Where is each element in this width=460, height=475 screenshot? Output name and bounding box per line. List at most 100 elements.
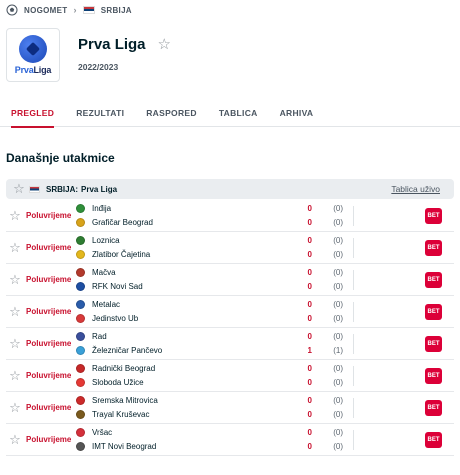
away-team: IMT Novi Beograd (76, 440, 290, 454)
favorite-star-icon[interactable]: ☆ (158, 35, 171, 53)
match-row[interactable]: ☆ Poluvrijeme Rad Železničar Pančevo 0 1… (6, 328, 454, 360)
football-logo-icon (19, 35, 47, 63)
away-team-name: RFK Novi Sad (92, 282, 143, 291)
league-info: Prva Liga ☆ 2022/2023 (78, 28, 171, 73)
home-team-crest-icon (76, 332, 85, 341)
away-team: Grafičar Beograd (76, 216, 290, 230)
away-team-crest-icon (76, 378, 85, 387)
home-team-name: Loznica (92, 236, 120, 245)
away-team-crest-icon (76, 250, 85, 259)
tab-tablica[interactable]: TABLICA (219, 99, 258, 127)
home-score: 0 (307, 363, 312, 373)
home-team-crest-icon (76, 236, 85, 245)
divider (353, 333, 354, 354)
away-halftime-score: (0) (333, 313, 343, 323)
breadcrumb-sport[interactable]: NOGOMET (24, 6, 67, 15)
divider (353, 429, 354, 450)
away-team-name: Sloboda Užice (92, 378, 144, 387)
live-standings-link[interactable]: Tablica uživo (391, 184, 440, 194)
home-halftime-score: (0) (333, 395, 343, 405)
home-team-name: Vršac (92, 428, 113, 437)
away-team: Zlatibor Čajetina (76, 248, 290, 262)
league-logo: PrvaLiga (6, 28, 60, 82)
home-team-name: Mačva (92, 268, 116, 277)
bet-button[interactable]: BET (425, 271, 442, 288)
league-star-icon[interactable]: ☆ (9, 181, 29, 197)
league-title: Prva Liga ☆ (78, 35, 171, 54)
page: NOGOMET › SRBIJA PrvaLiga Prva Liga ☆ 20… (0, 0, 460, 475)
match-star-icon[interactable]: ☆ (6, 432, 24, 448)
tab-arhiva[interactable]: ARHIVA (280, 99, 314, 127)
match-star-icon[interactable]: ☆ (6, 240, 24, 256)
match-list: ☆ Poluvrijeme Inđija Grafičar Beograd 0 … (6, 200, 454, 456)
match-teams: Radnički Beograd Sloboda Užice (76, 362, 290, 390)
breadcrumb-country[interactable]: SRBIJA (101, 6, 132, 15)
away-halftime-score: (1) (333, 345, 343, 355)
halftime-score: (0) (0) (313, 202, 343, 230)
bet-button[interactable]: BET (425, 335, 442, 352)
away-team-crest-icon (76, 346, 85, 355)
home-team: Rad (76, 330, 290, 344)
tab-raspored[interactable]: RASPORED (146, 99, 197, 127)
away-team: Jedinstvo Ub (76, 312, 290, 326)
match-row[interactable]: ☆ Poluvrijeme Metalac Jedinstvo Ub 0 0 (… (6, 296, 454, 328)
match-row[interactable]: ☆ Poluvrijeme Loznica Zlatibor Čajetina … (6, 232, 454, 264)
home-team: Loznica (76, 234, 290, 248)
match-score: 0 0 (290, 234, 312, 262)
away-team-name: Grafičar Beograd (92, 218, 153, 227)
bet-button[interactable]: BET (425, 431, 442, 448)
match-star-icon[interactable]: ☆ (6, 304, 24, 320)
away-score: 1 (307, 345, 312, 355)
match-star-icon[interactable]: ☆ (6, 368, 24, 384)
bet-button[interactable]: BET (425, 367, 442, 384)
halftime-score: (0) (0) (313, 426, 343, 454)
match-row[interactable]: ☆ Poluvrijeme Radnički Beograd Sloboda U… (6, 360, 454, 392)
away-team-name: Zlatibor Čajetina (92, 250, 151, 259)
home-team-name: Rad (92, 332, 107, 341)
away-team: Železničar Pančevo (76, 344, 290, 358)
match-teams: Loznica Zlatibor Čajetina (76, 234, 290, 262)
tab-pregled[interactable]: PREGLED (11, 99, 55, 128)
match-star-icon[interactable]: ☆ (6, 400, 24, 416)
away-halftime-score: (0) (333, 377, 343, 387)
bet-button[interactable]: BET (425, 239, 442, 256)
match-status: Poluvrijeme (26, 371, 72, 380)
match-star-icon[interactable]: ☆ (6, 208, 24, 224)
match-star-icon[interactable]: ☆ (6, 272, 24, 288)
match-row[interactable]: ☆ Poluvrijeme Inđija Grafičar Beograd 0 … (6, 200, 454, 232)
league-bar: ☆ SRBIJA: Prva Liga Tablica uživo (6, 179, 454, 199)
match-teams: Metalac Jedinstvo Ub (76, 298, 290, 326)
tab-rezultati[interactable]: REZULTATI (76, 99, 124, 127)
away-score: 0 (307, 249, 312, 259)
divider (353, 397, 354, 418)
home-halftime-score: (0) (333, 363, 343, 373)
divider (353, 301, 354, 322)
match-star-icon[interactable]: ☆ (6, 336, 24, 352)
serbia-flag-icon (82, 6, 95, 14)
away-team: Sloboda Užice (76, 376, 290, 390)
bet-button[interactable]: BET (425, 207, 442, 224)
match-status: Poluvrijeme (26, 275, 72, 284)
bet-button[interactable]: BET (425, 303, 442, 320)
home-team: Radnički Beograd (76, 362, 290, 376)
match-row[interactable]: ☆ Poluvrijeme Vršac IMT Novi Beograd 0 0… (6, 424, 454, 456)
bet-button[interactable]: BET (425, 399, 442, 416)
serbia-flag-icon (29, 185, 40, 193)
match-row[interactable]: ☆ Poluvrijeme Sremska Mitrovica Trayal K… (6, 392, 454, 424)
league-bar-name: SRBIJA: Prva Liga (46, 184, 118, 194)
divider (353, 365, 354, 386)
league-tabs: PREGLED REZULTATI RASPORED TABLICA ARHIV… (0, 99, 460, 128)
away-score: 0 (307, 409, 312, 419)
away-score: 0 (307, 281, 312, 291)
home-team: Mačva (76, 266, 290, 280)
away-halftime-score: (0) (333, 281, 343, 291)
home-team-crest-icon (76, 268, 85, 277)
home-team-crest-icon (76, 204, 85, 213)
match-status: Poluvrijeme (26, 307, 72, 316)
match-status: Poluvrijeme (26, 339, 72, 348)
away-halftime-score: (0) (333, 409, 343, 419)
match-row[interactable]: ☆ Poluvrijeme Mačva RFK Novi Sad 0 0 (0)… (6, 264, 454, 296)
halftime-score: (0) (0) (313, 234, 343, 262)
soccer-ball-icon (6, 4, 18, 16)
divider (353, 205, 354, 226)
